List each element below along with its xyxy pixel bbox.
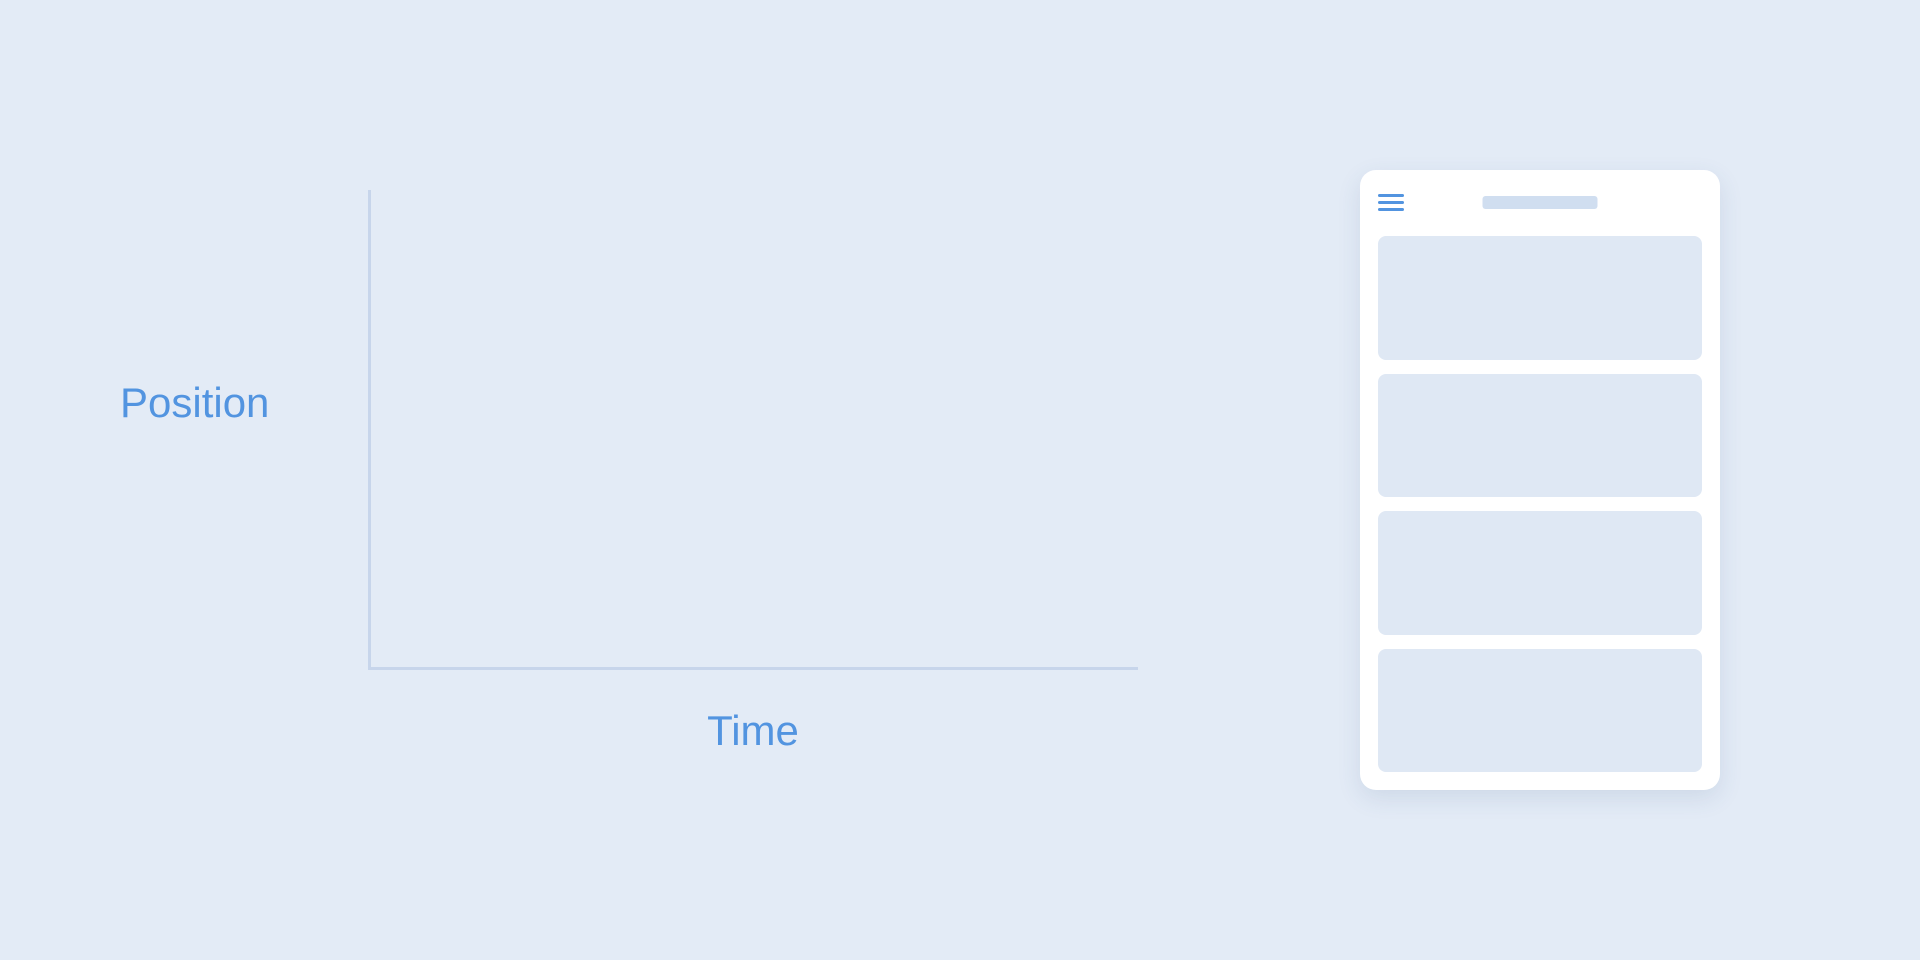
list-item[interactable] xyxy=(1378,649,1702,773)
list-item[interactable] xyxy=(1378,374,1702,498)
phone-card-list[interactable] xyxy=(1378,236,1702,772)
phone-title-placeholder xyxy=(1483,196,1598,209)
hamburger-line xyxy=(1378,208,1404,211)
list-item[interactable] xyxy=(1378,236,1702,360)
main-container: Position Time xyxy=(0,0,1920,960)
hamburger-line xyxy=(1378,201,1404,204)
phone-mockup xyxy=(1360,170,1720,790)
chart-y-axis xyxy=(368,190,371,670)
chart-ylabel: Position xyxy=(120,379,269,427)
chart-area: Position Time xyxy=(120,160,1140,800)
hamburger-menu-icon[interactable] xyxy=(1378,194,1404,211)
phone-header xyxy=(1378,188,1702,216)
chart-frame xyxy=(368,190,1138,670)
hamburger-line xyxy=(1378,194,1404,197)
list-item[interactable] xyxy=(1378,511,1702,635)
chart-xlabel: Time xyxy=(368,707,1138,755)
chart-x-axis xyxy=(368,667,1138,670)
